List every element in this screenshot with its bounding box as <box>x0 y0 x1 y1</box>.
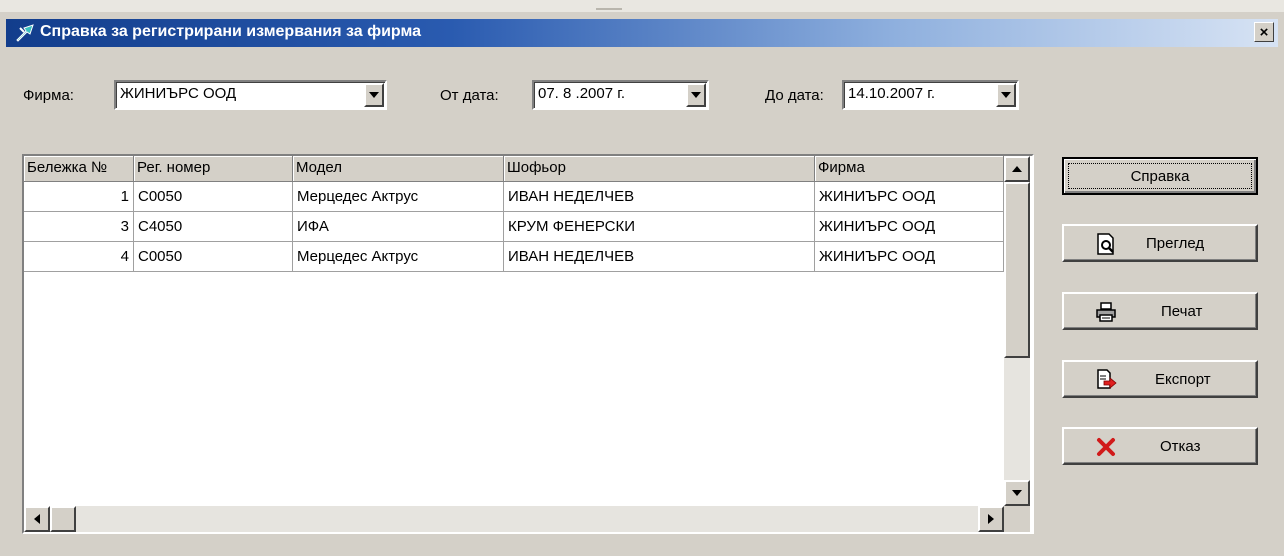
printer-icon <box>1096 302 1116 322</box>
cell-firm: ЖИНИЪРС ООД <box>815 242 1004 272</box>
cell-model: Мерцедес Актрус <box>293 242 504 272</box>
column-header-driver[interactable]: Шофьор <box>504 156 815 182</box>
cell-reg-number: C4050 <box>134 212 293 242</box>
preview-button-label: Преглед <box>1146 235 1205 252</box>
arrow-right-icon <box>988 514 994 524</box>
table-row[interactable]: 3 C4050 ИФА КРУМ ФЕНЕРСКИ ЖИНИЪРС ООД <box>24 212 1004 242</box>
firm-dropdown-button[interactable] <box>364 83 384 107</box>
results-grid[interactable]: Бележка № Рег. номер Модел Шофьор Фирма … <box>22 154 1034 534</box>
scroll-right-button[interactable] <box>978 506 1004 532</box>
from-date-label: От дата: <box>440 87 499 104</box>
cell-firm: ЖИНИЪРС ООД <box>815 182 1004 212</box>
column-header-note-number[interactable]: Бележка № <box>24 156 134 182</box>
cancel-button-label: Отказ <box>1160 438 1201 455</box>
chevron-down-icon <box>1001 92 1011 98</box>
close-icon: × <box>1259 23 1269 41</box>
close-button[interactable]: × <box>1254 22 1274 42</box>
cell-model: ИФА <box>293 212 504 242</box>
column-header-model[interactable]: Модел <box>293 156 504 182</box>
grid-body: Бележка № Рег. номер Модел Шофьор Фирма … <box>24 156 1004 506</box>
export-button[interactable]: Експорт <box>1062 360 1258 398</box>
cell-reg-number: C0050 <box>134 182 293 212</box>
cell-note-number: 1 <box>24 182 134 212</box>
cell-reg-number: C0050 <box>134 242 293 272</box>
red-x-icon <box>1097 438 1115 456</box>
column-header-reg-number[interactable]: Рег. номер <box>134 156 293 182</box>
scroll-left-button[interactable] <box>24 506 50 532</box>
app-icon <box>16 24 34 42</box>
print-button-label: Печат <box>1161 303 1203 320</box>
cancel-button[interactable]: Отказ <box>1062 427 1258 465</box>
scrollbar-corner <box>1004 506 1030 532</box>
top-strip <box>0 0 1284 12</box>
vertical-scrollbar[interactable] <box>1004 156 1030 506</box>
horizontal-scrollbar[interactable] <box>24 506 1004 532</box>
arrow-left-icon <box>34 514 40 524</box>
arrow-up-icon <box>1012 166 1022 172</box>
to-date-dropdown-button[interactable] <box>996 83 1016 107</box>
report-button[interactable]: Справка <box>1062 157 1258 195</box>
cell-firm: ЖИНИЪРС ООД <box>815 212 1004 242</box>
cell-driver: ИВАН НЕДЕЛЧЕВ <box>504 242 815 272</box>
scroll-down-button[interactable] <box>1004 480 1030 506</box>
cell-model: Мерцедес Актрус <box>293 182 504 212</box>
vertical-scroll-thumb[interactable] <box>1004 182 1030 358</box>
title-bar[interactable]: Справка за регистрирани измервания за фи… <box>6 19 1278 47</box>
top-strip-grip <box>596 8 622 10</box>
window-title: Справка за регистрирани измервания за фи… <box>40 23 422 40</box>
firm-select-value: ЖИНИЪРС ООД <box>120 85 237 102</box>
firm-select[interactable]: ЖИНИЪРС ООД <box>114 80 387 110</box>
table-row[interactable]: 1 C0050 Мерцедес Актрус ИВАН НЕДЕЛЧЕВ ЖИ… <box>24 182 1004 212</box>
table-row[interactable]: 4 C0050 Мерцедес Актрус ИВАН НЕДЕЛЧЕВ ЖИ… <box>24 242 1004 272</box>
to-date-value: 14.10.2007 г. <box>848 85 936 102</box>
horizontal-scroll-thumb[interactable] <box>50 506 76 532</box>
from-date-picker[interactable]: 07. 8 .2007 г. <box>532 80 709 110</box>
from-date-dropdown-button[interactable] <box>686 83 706 107</box>
arrow-down-icon <box>1012 490 1022 496</box>
column-header-firm[interactable]: Фирма <box>815 156 1004 182</box>
scroll-up-button[interactable] <box>1004 156 1030 182</box>
to-date-label: До дата: <box>765 87 824 104</box>
report-button-label: Справка <box>1130 168 1190 185</box>
chevron-down-icon <box>369 92 379 98</box>
from-date-value: 07. 8 .2007 г. <box>538 85 626 102</box>
cell-driver: КРУМ ФЕНЕРСКИ <box>504 212 815 242</box>
to-date-picker[interactable]: 14.10.2007 г. <box>842 80 1019 110</box>
firm-label: Фирма: <box>23 87 74 104</box>
chevron-down-icon <box>691 92 701 98</box>
cell-note-number: 3 <box>24 212 134 242</box>
cell-driver: ИВАН НЕДЕЛЧЕВ <box>504 182 815 212</box>
cell-note-number: 4 <box>24 242 134 272</box>
preview-button[interactable]: Преглед <box>1062 224 1258 262</box>
grid-header: Бележка № Рег. номер Модел Шофьор Фирма <box>24 156 1004 182</box>
export-button-label: Експорт <box>1155 371 1211 388</box>
export-arrow-icon <box>1097 369 1117 389</box>
magnifier-document-icon <box>1097 233 1114 255</box>
print-button[interactable]: Печат <box>1062 292 1258 330</box>
